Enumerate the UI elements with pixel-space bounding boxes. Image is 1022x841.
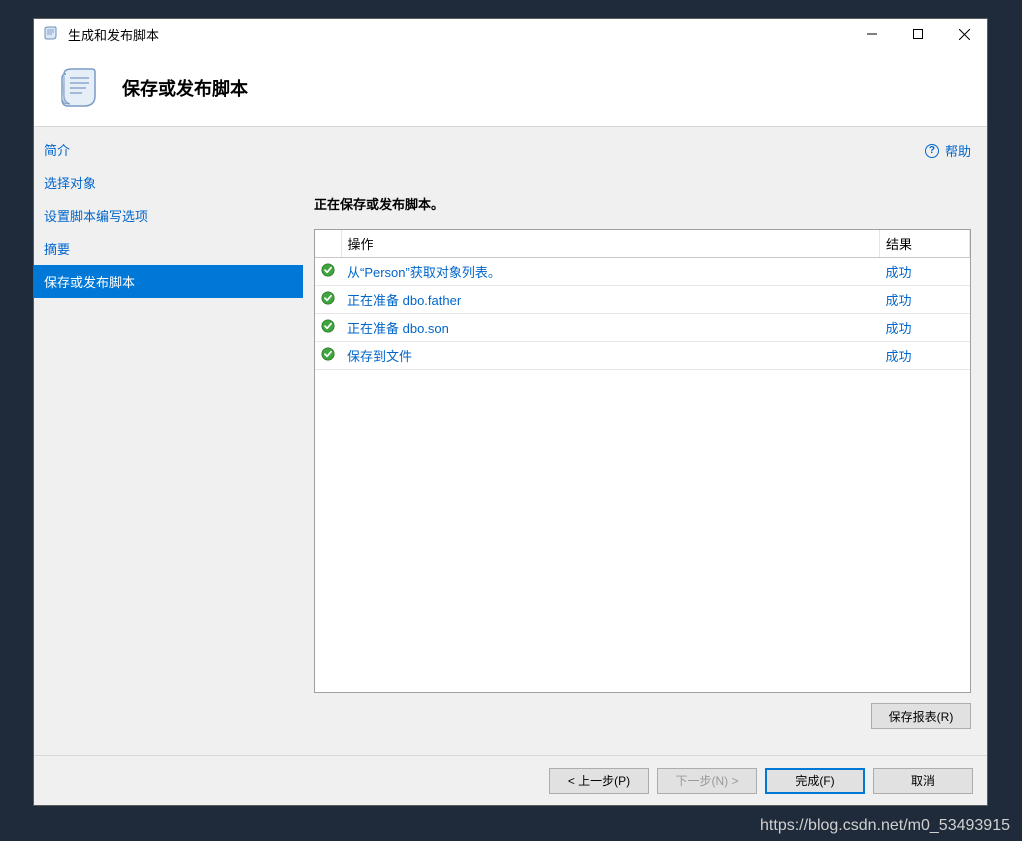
sidebar-item-set-options[interactable]: 设置脚本编写选项 (34, 199, 303, 232)
table-row: 保存到文件成功 (315, 342, 970, 370)
result-cell[interactable]: 成功 (880, 258, 970, 286)
help-icon: ? (925, 144, 939, 158)
table-row: 正在准备 dbo.father成功 (315, 286, 970, 314)
finish-button[interactable]: 完成(F) (765, 768, 865, 794)
close-button[interactable] (941, 19, 987, 49)
operation-cell[interactable]: 正在准备 dbo.father (341, 286, 880, 314)
result-cell[interactable]: 成功 (880, 286, 970, 314)
success-icon (315, 286, 341, 314)
help-label: 帮助 (945, 141, 971, 160)
success-icon (315, 342, 341, 370)
col-operation: 操作 (341, 230, 880, 258)
app-icon (42, 25, 60, 43)
watermark: https://blog.csdn.net/m0_53493915 (760, 817, 1010, 835)
table-row: 从“Person”获取对象列表。成功 (315, 258, 970, 286)
page-title: 保存或发布脚本 (122, 75, 248, 101)
sidebar-item-save-publish[interactable]: 保存或发布脚本 (34, 265, 303, 298)
progress-table: 操作 结果 从“Person”获取对象列表。成功正在准备 dbo.father成… (314, 229, 971, 693)
cancel-button[interactable]: 取消 (873, 768, 973, 794)
table-row: 正在准备 dbo.son成功 (315, 314, 970, 342)
success-icon (315, 258, 341, 286)
status-text: 正在保存或发布脚本。 (314, 194, 971, 213)
script-icon (54, 64, 102, 112)
sidebar-item-summary[interactable]: 摘要 (34, 232, 303, 265)
footer: < 上一步(P) 下一步(N) > 完成(F) 取消 (34, 755, 987, 805)
maximize-button[interactable] (895, 19, 941, 49)
col-result: 结果 (880, 230, 970, 258)
col-icon (315, 230, 341, 258)
sidebar-item-select-objects[interactable]: 选择对象 (34, 166, 303, 199)
header: 保存或发布脚本 (34, 49, 987, 127)
help-link[interactable]: ? 帮助 (314, 137, 971, 174)
operation-cell[interactable]: 从“Person”获取对象列表。 (341, 258, 880, 286)
window-controls (849, 19, 987, 49)
sidebar: 简介 选择对象 设置脚本编写选项 摘要 保存或发布脚本 (34, 127, 304, 755)
operation-cell[interactable]: 正在准备 dbo.son (341, 314, 880, 342)
minimize-button[interactable] (849, 19, 895, 49)
next-button[interactable]: 下一步(N) > (657, 768, 757, 794)
save-report-button[interactable]: 保存报表(R) (871, 703, 971, 729)
window-title: 生成和发布脚本 (68, 25, 849, 44)
body: 简介 选择对象 设置脚本编写选项 摘要 保存或发布脚本 ? 帮助 正在保存或发布… (34, 127, 987, 755)
previous-button[interactable]: < 上一步(P) (549, 768, 649, 794)
sidebar-item-intro[interactable]: 简介 (34, 133, 303, 166)
operation-cell[interactable]: 保存到文件 (341, 342, 880, 370)
result-cell[interactable]: 成功 (880, 342, 970, 370)
main-panel: ? 帮助 正在保存或发布脚本。 操作 结果 从“Person”获取对象列表。成功… (304, 127, 987, 755)
result-cell[interactable]: 成功 (880, 314, 970, 342)
wizard-window: 生成和发布脚本 保存或发布脚本 简介 选择对象 (33, 18, 988, 806)
success-icon (315, 314, 341, 342)
titlebar: 生成和发布脚本 (34, 19, 987, 49)
